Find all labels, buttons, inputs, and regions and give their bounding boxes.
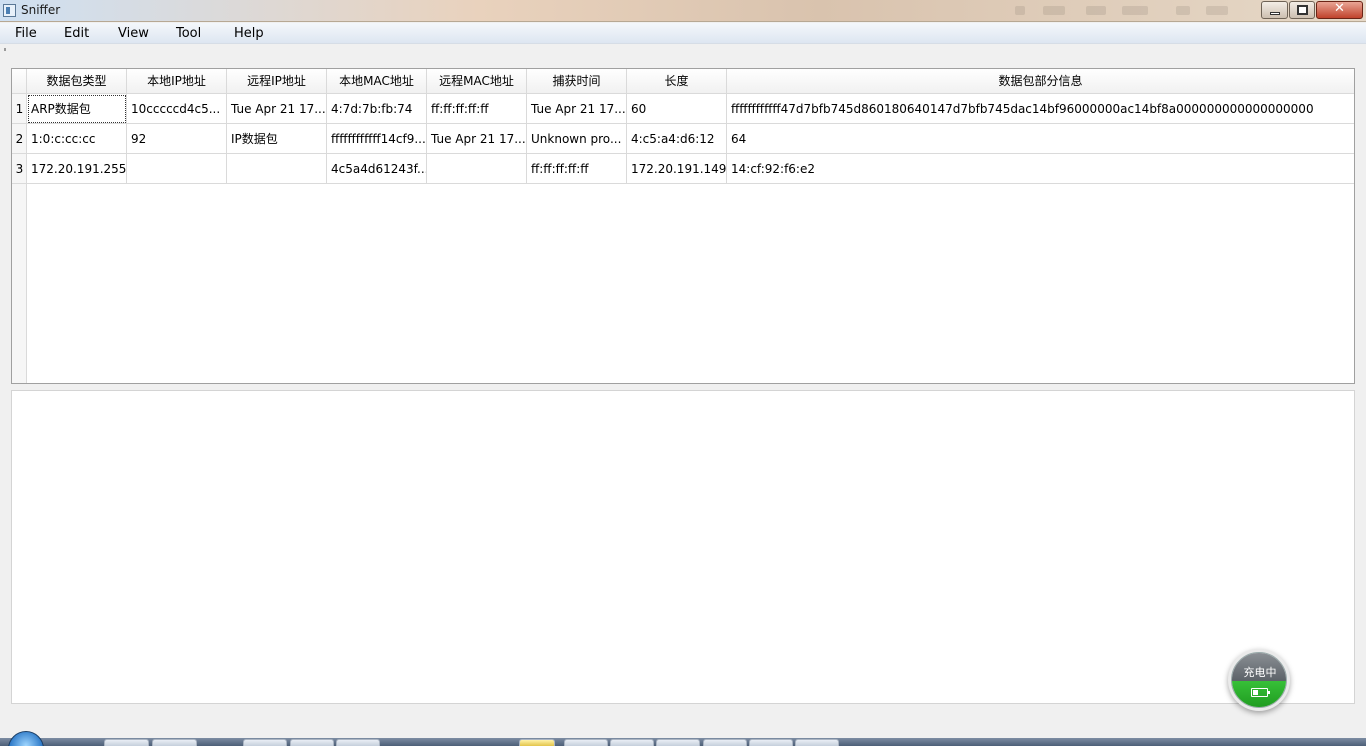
- row-number[interactable]: 1: [12, 94, 27, 124]
- column-header-remote-ip[interactable]: 远程IP地址: [227, 69, 327, 94]
- table-cell[interactable]: 4c5a4d61243f...: [327, 154, 427, 184]
- battery-icon: [1251, 688, 1270, 697]
- taskbar-button[interactable]: [656, 739, 700, 746]
- taskbar-button[interactable]: [152, 739, 197, 746]
- row-number[interactable]: 3: [12, 154, 27, 184]
- title-bar: Sniffer ✕: [0, 0, 1366, 22]
- table-cell[interactable]: ffffffffffff47d7bfb745d860180640147d7bfb…: [727, 94, 1354, 124]
- table-cell[interactable]: [227, 154, 327, 184]
- table-cell[interactable]: ffffffffffff14cf9...: [327, 124, 427, 154]
- table-cell[interactable]: 60: [627, 94, 727, 124]
- taskbar-button[interactable]: [795, 739, 839, 746]
- column-header-packet-info[interactable]: 数据包部分信息: [727, 69, 1354, 94]
- table-cell[interactable]: 172.20.191.149: [627, 154, 727, 184]
- taskbar-button[interactable]: [749, 739, 793, 746]
- row-number[interactable]: 2: [12, 124, 27, 154]
- menu-bar: File Edit View Tool Help: [0, 23, 1366, 44]
- taskbar-button[interactable]: [703, 739, 747, 746]
- toolbar-grip[interactable]: [4, 48, 6, 51]
- table-cell[interactable]: 1:0:c:cc:cc: [27, 124, 127, 154]
- menu-edit[interactable]: Edit: [64, 26, 89, 41]
- column-header-capture-time[interactable]: 捕获时间: [527, 69, 627, 94]
- toolbar: [0, 44, 1366, 56]
- minimize-icon: [1270, 12, 1280, 15]
- table-cell[interactable]: Tue Apr 21 17...: [427, 124, 527, 154]
- table-cell[interactable]: 14:cf:92:f6:e2: [727, 154, 1354, 184]
- table-cell[interactable]: Tue Apr 21 17...: [527, 94, 627, 124]
- column-header-local-ip[interactable]: 本地IP地址: [127, 69, 227, 94]
- close-icon: ✕: [1334, 1, 1345, 16]
- table-cell[interactable]: Tue Apr 21 17...: [227, 94, 327, 124]
- table-cell[interactable]: ARP数据包: [27, 94, 127, 124]
- taskbar-button[interactable]: [243, 739, 287, 746]
- taskbar-button[interactable]: [564, 739, 608, 746]
- table-cell[interactable]: 92: [127, 124, 227, 154]
- charging-label: 充电中: [1243, 666, 1277, 679]
- close-button[interactable]: ✕: [1316, 1, 1363, 19]
- table-cell[interactable]: IP数据包: [227, 124, 327, 154]
- taskbar-button[interactable]: [290, 739, 334, 746]
- packet-table[interactable]: 数据包类型 本地IP地址 远程IP地址 本地MAC地址 远程MAC地址 捕获时间…: [11, 68, 1355, 384]
- table-cell[interactable]: [427, 154, 527, 184]
- column-header-length[interactable]: 长度: [627, 69, 727, 94]
- menu-help[interactable]: Help: [234, 26, 264, 41]
- taskbar-button[interactable]: [104, 739, 149, 746]
- taskbar-button[interactable]: [610, 739, 654, 746]
- app-icon: [3, 4, 16, 17]
- column-header-packet-type[interactable]: 数据包类型: [27, 69, 127, 94]
- table-cell[interactable]: Unknown pro...: [527, 124, 627, 154]
- table-cell[interactable]: ff:ff:ff:ff:ff: [427, 94, 527, 124]
- table-cell[interactable]: ff:ff:ff:ff:ff: [527, 154, 627, 184]
- start-button[interactable]: [8, 731, 44, 746]
- charging-badge[interactable]: 充电中: [1228, 649, 1290, 711]
- packet-detail-pane[interactable]: [11, 390, 1355, 704]
- row-header: 1 2 3: [12, 94, 27, 383]
- menu-tool[interactable]: Tool: [176, 26, 201, 41]
- column-header-remote-mac[interactable]: 远程MAC地址: [427, 69, 527, 94]
- table-header: 数据包类型 本地IP地址 远程IP地址 本地MAC地址 远程MAC地址 捕获时间…: [12, 69, 1354, 94]
- taskbar-button-active[interactable]: [519, 739, 555, 746]
- table-cell[interactable]: 64: [727, 124, 1354, 154]
- table-corner-button[interactable]: [12, 69, 27, 94]
- maximize-button[interactable]: [1289, 1, 1315, 19]
- taskbar-button[interactable]: [336, 739, 380, 746]
- table-cell[interactable]: 10cccccd4c5...: [127, 94, 227, 124]
- menu-file[interactable]: File: [15, 26, 37, 41]
- maximize-icon: [1297, 5, 1308, 15]
- minimize-button[interactable]: [1261, 1, 1288, 19]
- table-cell[interactable]: 4:7d:7b:fb:74: [327, 94, 427, 124]
- table-cell[interactable]: 4:c5:a4:d6:12: [627, 124, 727, 154]
- window-title: Sniffer: [21, 3, 61, 17]
- column-header-local-mac[interactable]: 本地MAC地址: [327, 69, 427, 94]
- table-cell[interactable]: 172.20.191.255: [27, 154, 127, 184]
- menu-view[interactable]: View: [118, 26, 149, 41]
- table-cell[interactable]: [127, 154, 227, 184]
